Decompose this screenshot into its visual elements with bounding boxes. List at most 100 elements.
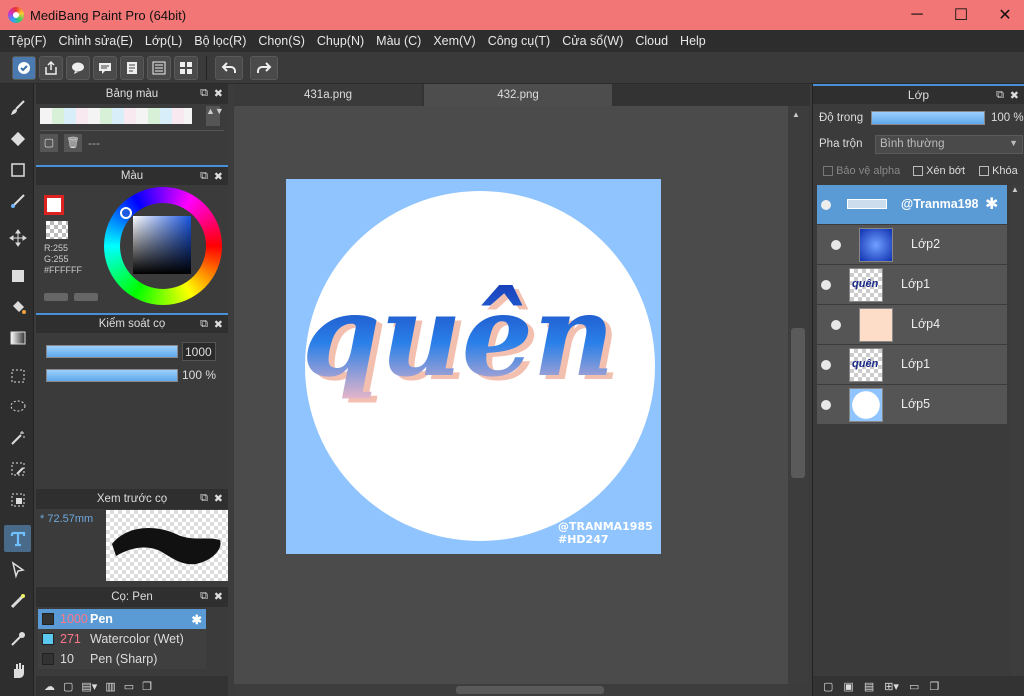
layer-row[interactable]: @Tranma198 ✱ <box>817 185 1007 225</box>
tab-431a[interactable]: 431a.png <box>234 84 422 106</box>
redo-icon[interactable] <box>250 56 278 80</box>
close-button[interactable]: ✕ <box>982 0 1024 30</box>
visibility-eye-icon[interactable] <box>821 360 831 370</box>
layer-row[interactable]: Lớp2 <box>817 225 1007 265</box>
select-tool-icon[interactable] <box>4 362 31 389</box>
brush-tool-icon[interactable] <box>4 94 31 121</box>
popout-icon[interactable]: ⧉ <box>200 87 208 100</box>
popout-icon[interactable]: ⧉ <box>996 89 1004 102</box>
close-icon[interactable]: ✖ <box>214 318 223 331</box>
menu-edit[interactable]: Chỉnh sửa(E) <box>54 34 138 48</box>
menu-tools[interactable]: Công cụ(T) <box>483 34 556 48</box>
folder-icon[interactable]: ▭ <box>909 680 919 693</box>
new-brush-icon[interactable]: ▢ <box>63 680 73 693</box>
scroll-up-icon[interactable]: ▲ <box>1011 185 1019 194</box>
brush-size-input[interactable]: 1000 <box>182 342 216 361</box>
popout-icon[interactable]: ⧉ <box>200 170 208 183</box>
add-layer-menu-icon[interactable]: ⊞▾ <box>884 680 899 693</box>
hand-tool-icon[interactable] <box>4 656 31 683</box>
vertical-scroll-thumb[interactable] <box>791 328 805 478</box>
blend-mode-select[interactable]: Bình thường ▼ <box>875 135 1023 154</box>
close-icon[interactable]: ✖ <box>214 87 223 100</box>
popout-icon[interactable]: ⧉ <box>200 492 208 505</box>
new-1bit-layer-icon[interactable]: ▤ <box>864 680 874 693</box>
magic-wand-tool-icon[interactable] <box>4 424 31 451</box>
menu-cloud[interactable]: Cloud <box>630 34 673 48</box>
brush-size-slider[interactable] <box>46 345 178 358</box>
color-swatch-row[interactable] <box>40 108 192 124</box>
duplicate-icon[interactable]: ❐ <box>142 680 152 693</box>
menu-help[interactable]: Help <box>675 34 711 48</box>
visibility-eye-icon[interactable] <box>831 320 841 330</box>
grid-icon[interactable] <box>174 56 198 80</box>
lock-option[interactable]: Khóa <box>979 165 1018 177</box>
cloud-download-icon[interactable]: ☁ <box>44 680 55 693</box>
brush-menu-icon[interactable]: ▤▾ <box>81 680 97 693</box>
duplicate-icon[interactable]: ❐ <box>929 680 939 693</box>
move-tool-icon[interactable] <box>4 224 31 251</box>
brush-item[interactable]: 10 Pen (Sharp) <box>38 649 206 669</box>
maximize-button[interactable]: ☐ <box>938 0 984 30</box>
menu-color[interactable]: Màu (C) <box>371 34 426 48</box>
line-brush-tool-icon[interactable] <box>4 187 31 214</box>
canvas-vertical-scrollbar[interactable]: ▲ <box>788 106 808 684</box>
protect-alpha-checkbox[interactable] <box>823 166 833 177</box>
menu-filter[interactable]: Bộ lọc(R) <box>189 34 251 48</box>
minimize-button[interactable]: ─ <box>894 0 940 30</box>
layer-scrollbar[interactable]: ▲ <box>1011 185 1023 675</box>
menu-view[interactable]: Xem(V) <box>428 34 480 48</box>
lock-checkbox[interactable] <box>979 166 989 177</box>
fill-rectangle-tool-icon[interactable] <box>4 262 31 289</box>
folder-icon[interactable]: ▭ <box>124 680 134 693</box>
foreground-color-swatch[interactable] <box>44 195 64 215</box>
operation-tool-icon[interactable] <box>4 556 31 583</box>
select-eraser-tool-icon[interactable] <box>4 486 31 513</box>
share-icon[interactable] <box>39 56 63 80</box>
hue-ring[interactable] <box>104 187 222 305</box>
protect-alpha-option[interactable]: Bảo vệ alpha <box>823 165 900 177</box>
transparent-color-swatch[interactable] <box>46 221 68 239</box>
saturation-value-square[interactable] <box>133 216 191 274</box>
rectangle-tool-icon[interactable] <box>4 156 31 183</box>
clip-checkbox[interactable] <box>913 166 923 177</box>
tab-432[interactable]: 432.png <box>424 84 612 106</box>
text-tool-icon[interactable] <box>4 525 31 552</box>
hue-handle[interactable] <box>120 207 132 219</box>
brush-item[interactable]: 1000 Pen ✱ <box>38 609 206 629</box>
menu-capture[interactable]: Chụp(N) <box>312 34 369 48</box>
popout-icon[interactable]: ⧉ <box>200 318 208 331</box>
layer-opacity-slider[interactable] <box>871 111 985 125</box>
visibility-eye-icon[interactable] <box>821 400 831 410</box>
cloud-check-icon[interactable] <box>12 56 36 80</box>
brush-item[interactable]: 271 Watercolor (Wet) <box>38 629 206 649</box>
color-eyedropper-button[interactable] <box>74 293 98 301</box>
artwork-canvas[interactable]: quên quên @TRANMA1985 #HD247 <box>286 179 661 554</box>
menu-file[interactable]: Tệp(F) <box>4 34 52 48</box>
gradient-tool-icon[interactable] <box>4 324 31 351</box>
close-icon[interactable]: ✖ <box>1010 89 1019 102</box>
brush-opacity-slider[interactable] <box>46 369 178 382</box>
visibility-eye-icon[interactable] <box>821 200 831 210</box>
document-icon[interactable] <box>120 56 144 80</box>
layer-row[interactable]: Lớp5 <box>817 385 1007 425</box>
gear-icon[interactable]: ✱ <box>985 194 998 214</box>
gear-icon[interactable]: ✱ <box>192 612 202 627</box>
new-8bit-layer-icon[interactable]: ▣ <box>843 680 853 693</box>
trash-icon[interactable]: 🗑 <box>64 133 82 152</box>
clip-option[interactable]: Xén bớt <box>913 165 965 177</box>
menu-select[interactable]: Chọn(S) <box>253 34 310 48</box>
eyedropper-tool-icon[interactable] <box>4 625 31 652</box>
eraser-tool-icon[interactable] <box>4 125 31 152</box>
visibility-eye-icon[interactable] <box>821 280 831 290</box>
menu-layer[interactable]: Lớp(L) <box>140 34 187 48</box>
palette-scroll-icon[interactable]: ▲▼ <box>206 106 224 126</box>
layer-row[interactable]: quên Lớp1 <box>817 345 1007 385</box>
message-icon[interactable] <box>93 56 117 80</box>
list-icon[interactable] <box>147 56 171 80</box>
brush-settings-icon[interactable]: ▥ <box>105 680 115 693</box>
close-icon[interactable]: ✖ <box>214 590 223 603</box>
menu-window[interactable]: Cửa sổ(W) <box>557 34 628 48</box>
new-layer-icon[interactable]: ▢ <box>823 680 833 693</box>
horizontal-scroll-thumb[interactable] <box>456 686 604 694</box>
select-pen-tool-icon[interactable] <box>4 455 31 482</box>
